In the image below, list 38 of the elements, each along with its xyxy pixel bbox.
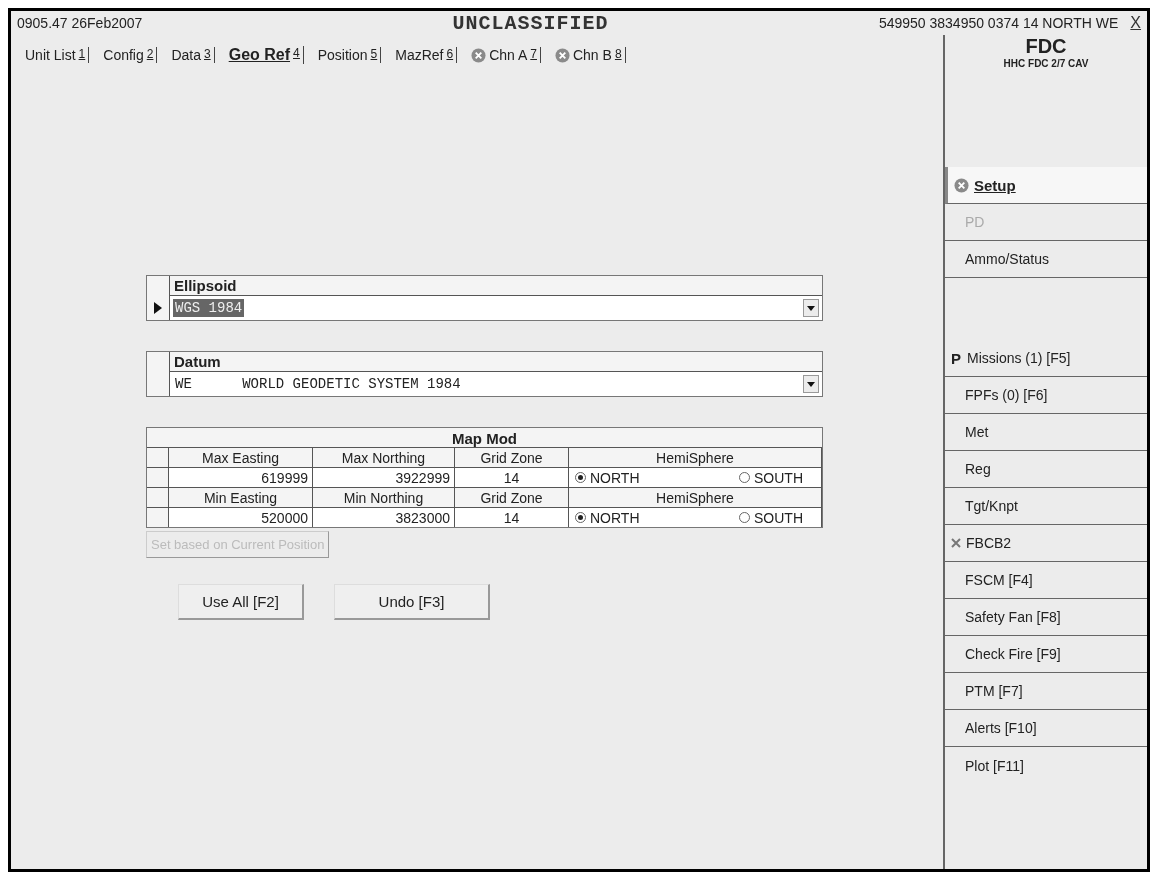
table-cell: 14 xyxy=(455,467,569,487)
tab[interactable]: Unit List 1 xyxy=(25,47,90,63)
datum-dropdown[interactable]: WE WORLD GEODETIC SYSTEM 1984 xyxy=(170,372,822,396)
row-pointer-icon xyxy=(154,302,162,314)
radio-option[interactable]: NORTH xyxy=(575,509,640,526)
table-cell: 520000 xyxy=(169,507,313,527)
cross-icon xyxy=(951,538,961,548)
radio-option[interactable]: NORTH xyxy=(575,469,640,486)
radio-option[interactable]: SOUTH xyxy=(739,509,803,526)
tab[interactable]: MazRef 6 xyxy=(395,47,458,63)
tab[interactable]: Position 5 xyxy=(317,47,382,63)
unit-name: HHC FDC 2/7 CAV xyxy=(1002,58,1090,69)
row-header xyxy=(147,487,169,507)
table-cell: 14 xyxy=(455,507,569,527)
priority-letter: P xyxy=(951,349,961,367)
sidebar-menu-item[interactable]: Setup xyxy=(945,167,1147,204)
table-title: Map Mod xyxy=(451,429,518,447)
ellipsoid-dropdown[interactable]: WGS 1984 xyxy=(170,296,822,320)
tab[interactable]: Geo Ref 4 xyxy=(228,46,304,64)
radio-option[interactable]: SOUTH xyxy=(739,469,803,486)
date-time: 0905.47 26Feb2007 xyxy=(17,15,143,31)
tab[interactable]: Config 2 xyxy=(103,47,158,63)
classification-label: UNCLASSIFIED xyxy=(452,11,609,35)
tab[interactable]: Data 3 xyxy=(171,47,215,63)
close-button[interactable]: X xyxy=(1130,14,1141,32)
panel-title: FDC xyxy=(1024,35,1068,58)
table-cell: 619999 xyxy=(169,467,313,487)
error-icon xyxy=(554,47,570,63)
table-cell: 3823000 xyxy=(313,507,455,527)
error-icon xyxy=(471,47,487,63)
position-readout: 549950 3834950 0374 14 NORTH WE xyxy=(878,15,1119,31)
row-header xyxy=(147,447,169,467)
tab[interactable]: Chn B 8 xyxy=(554,47,626,63)
table-cell: 3922999 xyxy=(313,467,455,487)
error-icon xyxy=(954,177,969,193)
tab[interactable]: Chn A 7 xyxy=(471,47,541,63)
action-button[interactable]: Undo [F3] xyxy=(334,584,490,620)
action-button[interactable]: Use All [F2] xyxy=(178,584,304,620)
